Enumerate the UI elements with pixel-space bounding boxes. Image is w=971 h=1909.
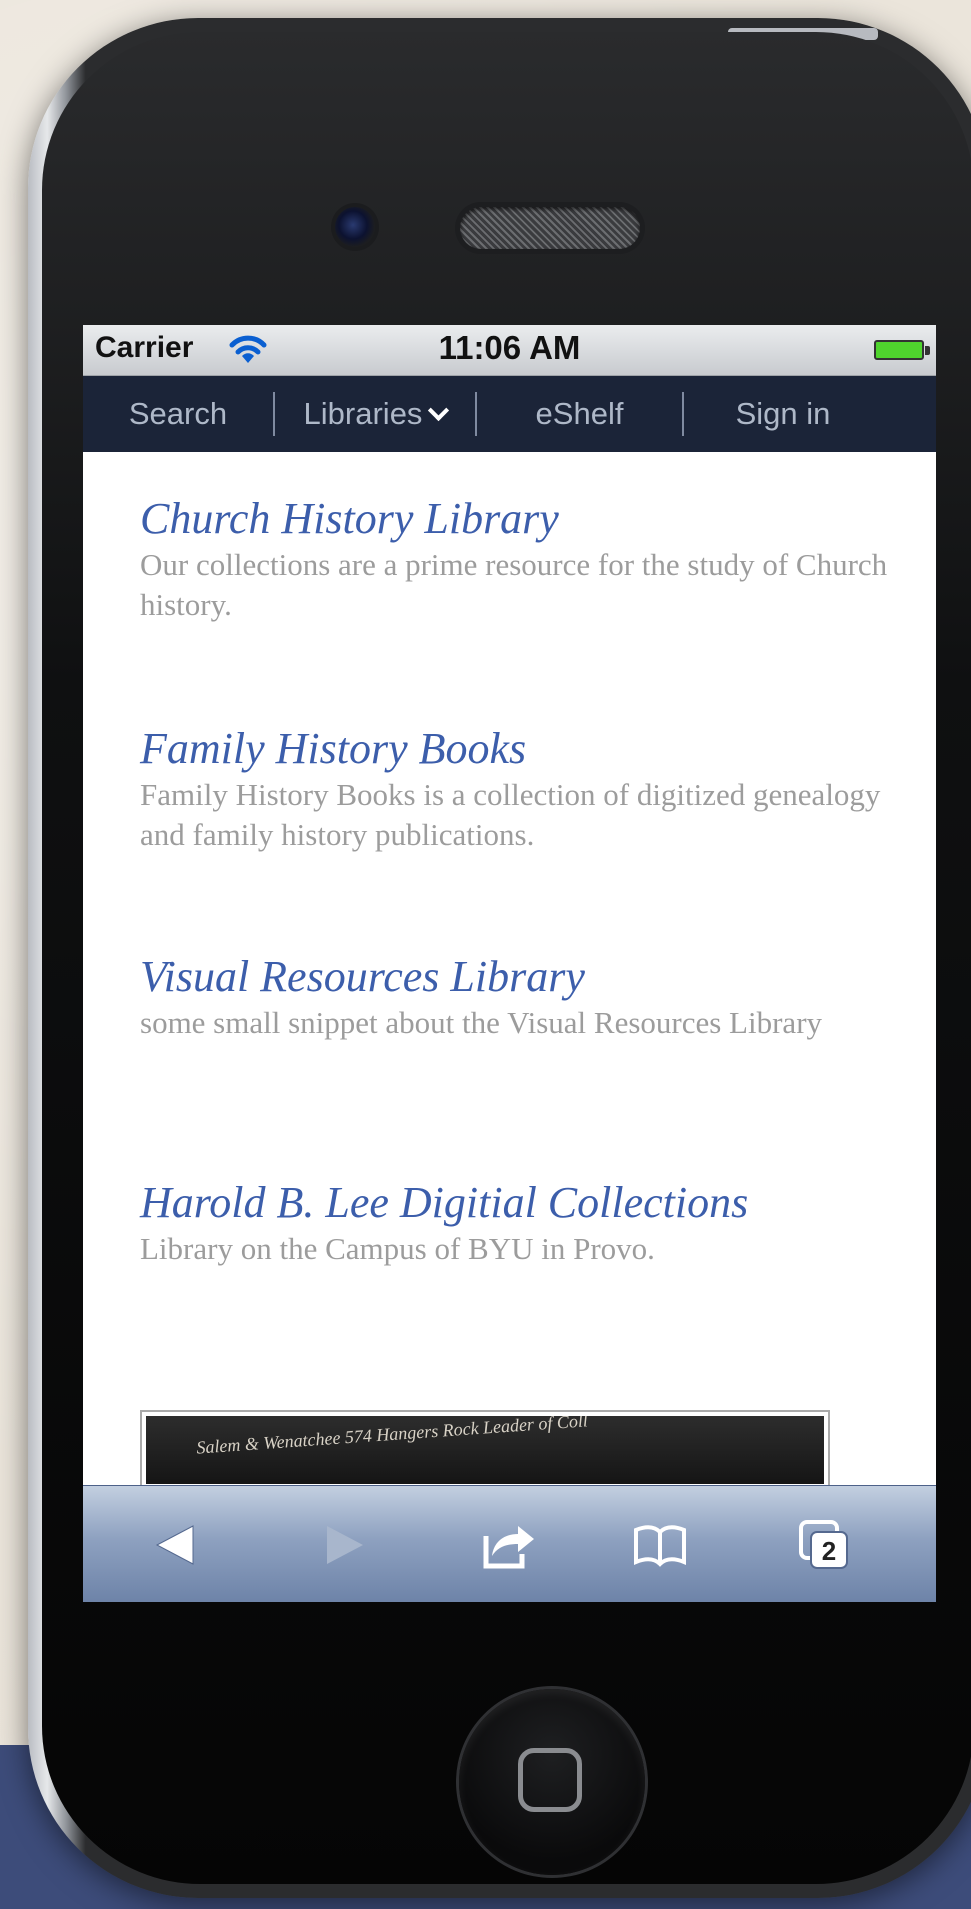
library-description: Family History Books is a collection of … <box>140 777 881 852</box>
list-item: Harold B. Lee Digitial Collections Libra… <box>140 1179 910 1269</box>
library-description: some small snippet about the Visual Reso… <box>140 1005 823 1040</box>
earpiece-speaker <box>460 207 640 249</box>
library-description: Library on the Campus of BYU in Provo. <box>140 1231 655 1266</box>
phone-screen: Carrier 11:06 AM Search Libraries eShelf… <box>83 325 936 1602</box>
status-bar: Carrier 11:06 AM <box>83 325 936 376</box>
share-icon[interactable] <box>478 1518 538 1573</box>
battery-tip <box>925 346 930 355</box>
tabs-icon[interactable]: 2 <box>795 1518 855 1573</box>
library-link[interactable]: Visual Resources Library <box>140 953 910 1001</box>
bookmarks-icon[interactable] <box>630 1518 690 1573</box>
battery-icon <box>874 340 924 360</box>
library-link[interactable]: Family History Books <box>140 725 910 773</box>
home-button[interactable] <box>459 1689 645 1875</box>
nav-sign-in[interactable]: Sign in <box>684 396 882 432</box>
front-camera <box>335 207 375 247</box>
manuscript-handwriting: Salem & Wenatchee 574 Hangers Rock Leade… <box>195 1416 589 1458</box>
library-link[interactable]: Church History Library <box>140 495 910 543</box>
nav-libraries[interactable]: Libraries <box>275 396 475 432</box>
top-nav: Search Libraries eShelf Sign in <box>83 376 936 452</box>
forward-icon[interactable] <box>315 1518 375 1573</box>
manuscript-thumbnail[interactable]: Salem & Wenatchee 574 Hangers Rock Leade… <box>140 1410 830 1490</box>
tabs-count: 2 <box>822 1536 836 1566</box>
list-item: Family History Books Family History Book… <box>140 725 910 855</box>
nav-libraries-label: Libraries <box>303 396 423 431</box>
list-item: Church History Library Our collections a… <box>140 495 910 625</box>
nav-search[interactable]: Search <box>83 396 273 432</box>
manuscript-image: Salem & Wenatchee 574 Hangers Rock Leade… <box>146 1416 824 1484</box>
nav-eshelf[interactable]: eShelf <box>477 396 682 432</box>
back-icon[interactable] <box>145 1518 205 1573</box>
chevron-down-icon <box>428 399 450 422</box>
list-item: Visual Resources Library some small snip… <box>140 953 910 1043</box>
clock: 11:06 AM <box>438 329 581 366</box>
library-description: Our collections are a prime resource for… <box>140 547 888 622</box>
library-link[interactable]: Harold B. Lee Digitial Collections <box>140 1179 910 1227</box>
home-square-icon <box>518 1748 582 1812</box>
browser-toolbar: 2 <box>83 1485 936 1602</box>
